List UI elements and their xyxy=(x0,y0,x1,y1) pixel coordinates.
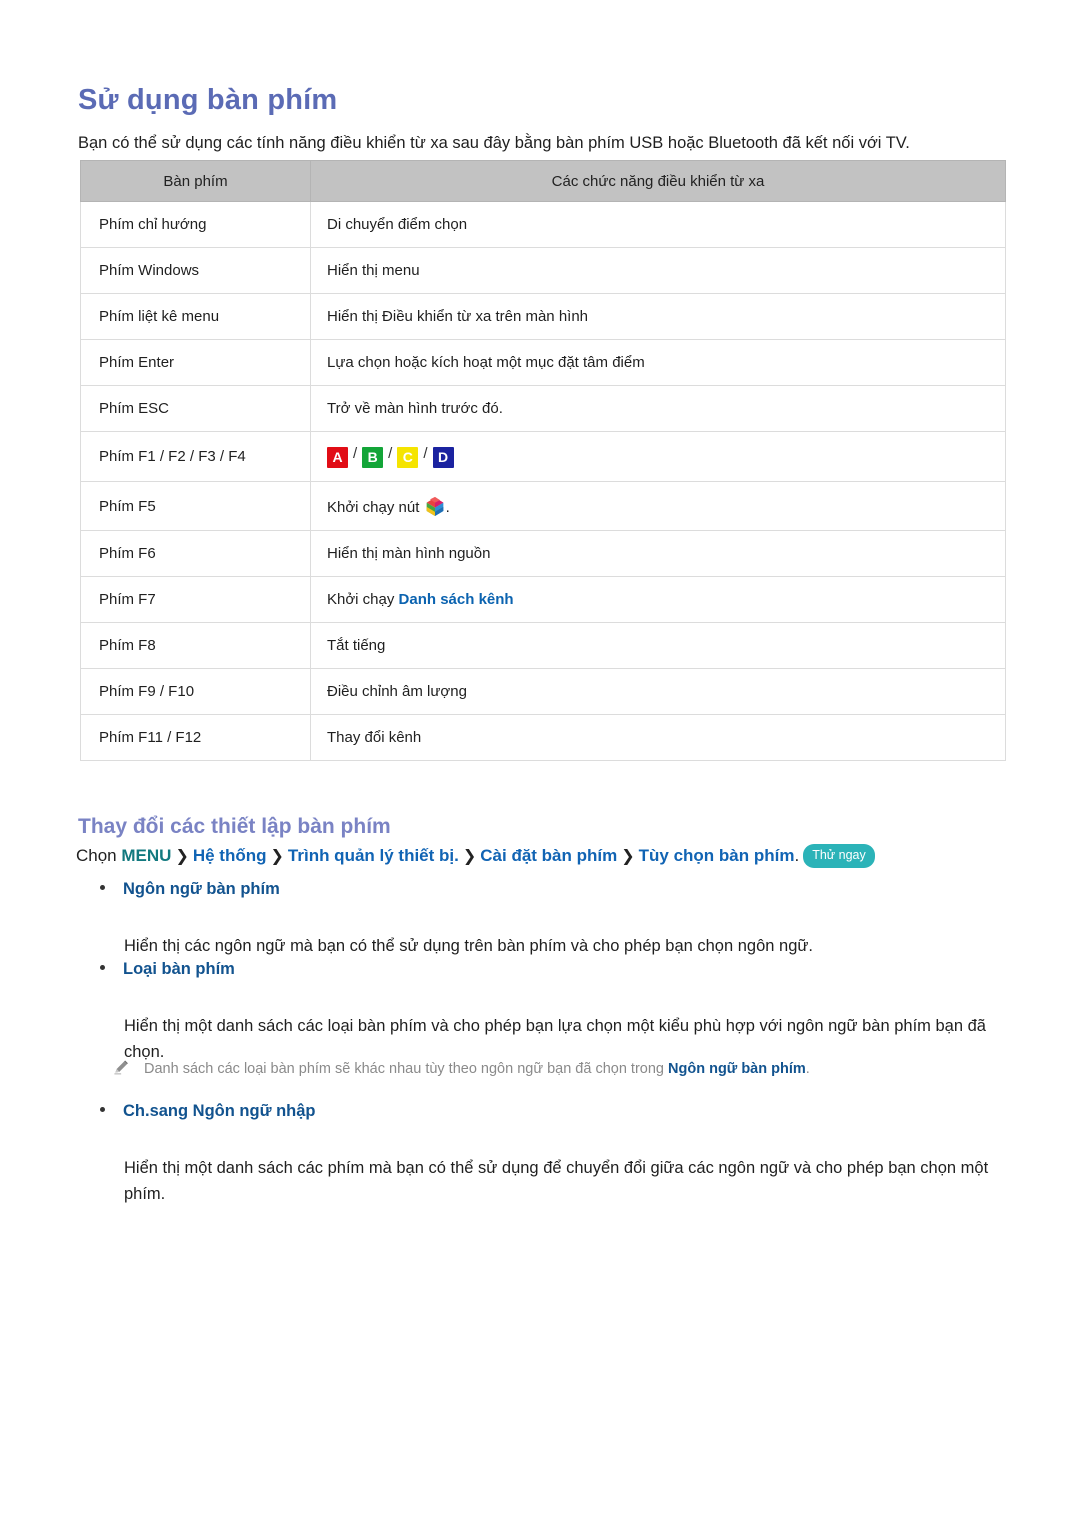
intro-paragraph: Bạn có thể sử dụng các tính năng điều kh… xyxy=(78,133,910,152)
color-key-separator: / xyxy=(423,445,428,462)
table-cell-function: Hiển thị Điều khiển từ xa trên màn hình xyxy=(310,293,1006,340)
table-body: Phím chỉ hướng Di chuyển điểm chọn Phím Wi… xyxy=(80,201,1006,761)
bullet-heading-label: Loại bàn phím xyxy=(123,960,235,978)
menu-path-item[interactable]: Cài đặt bàn phím xyxy=(480,846,617,865)
table-cell-function: Trở về màn hình trước đó. xyxy=(310,385,1006,432)
table-row: Phím Windows Hiển thị menu xyxy=(80,247,1006,294)
bullet-dot-icon xyxy=(100,1107,105,1112)
table-row: Phím F7 Khởi chạy Danh sách kênh xyxy=(80,576,1006,623)
table-row: Phím F8 Tắt tiếng xyxy=(80,622,1006,669)
table-cell-key: Phím Enter xyxy=(80,339,311,386)
color-key-a-icon: A xyxy=(327,447,348,468)
document-page: Sử dụng bàn phím Bạn có thể sử dụng các … xyxy=(0,0,1080,1527)
table-cell-key: Phím Windows xyxy=(80,247,311,294)
bullet-dot-icon xyxy=(100,885,105,890)
menu-path-chevron-icon: ❯ xyxy=(270,848,284,865)
menu-path-period: . xyxy=(794,846,800,865)
menu-path-items: ❯ Hệ thống ❯ Trình quản lý thiết bị. ❯ Cài đặ… xyxy=(171,846,794,865)
table-cell-key: Phím F7 xyxy=(80,576,311,623)
table-cell-text: Khởi chạy xyxy=(327,591,399,608)
bullet-heading-label: Ngôn ngữ bàn phím xyxy=(123,880,280,898)
bullet-heading-keyboard-type: Loại bàn phím xyxy=(100,960,235,979)
table-row: Phím F11 / F12 Thay đổi kênh xyxy=(80,714,1006,761)
page-title: Sử dụng bàn phím xyxy=(78,84,338,117)
menu-path-item[interactable]: Trình quản lý thiết bị. xyxy=(288,846,459,865)
menu-path: Chọn MENU ❯ Hệ thống ❯ Trình quản lý thiết b… xyxy=(76,843,1016,869)
color-key-c-icon: C xyxy=(397,447,419,468)
table-cell-function: A / B / C / D xyxy=(310,431,1006,482)
menu-path-menu-label[interactable]: MENU xyxy=(121,846,171,865)
table-cell-function: Khởi chạy nút . xyxy=(310,481,1006,531)
color-key-separator: / xyxy=(388,445,393,462)
bullet-heading-input-language-switch: Ch.sang Ngôn ngữ nhập xyxy=(100,1102,316,1121)
table-cell-key: Phím liệt kê menu xyxy=(80,293,311,340)
try-now-badge[interactable]: Thử ngay xyxy=(803,844,875,868)
menu-path-chevron-icon: ❯ xyxy=(462,848,477,865)
color-key-b-icon: B xyxy=(362,447,384,468)
bullet-heading-keyboard-language: Ngôn ngữ bàn phím xyxy=(100,880,280,899)
bullet-dot-icon xyxy=(100,965,105,970)
table-cell-function: Điều chỉnh âm lượng xyxy=(310,668,1006,715)
keyboard-functions-table: Bàn phím Các chức năng điều khiển từ xa … xyxy=(80,160,1006,761)
table-cell-key: Phím F6 xyxy=(80,530,311,577)
table-header-function: Các chức năng điều khiển từ xa xyxy=(310,160,1006,202)
section-title-keyboard-settings: Thay đổi các thiết lập bàn phím xyxy=(78,815,391,839)
table-cell-key: Phím F8 xyxy=(80,622,311,669)
table-row: Phím Enter Lựa chọn hoặc kích hoạt một mụ… xyxy=(80,339,1006,386)
bullet-body-keyboard-language: Hiển thị các ngôn ngữ mà bạn có thể sử d… xyxy=(124,936,814,955)
note-text-before: Danh sách các loại bàn phím sẽ khác nhau… xyxy=(144,1061,669,1077)
color-key-d-icon: D xyxy=(432,447,454,468)
table-cell-text-suffix: . xyxy=(445,499,450,516)
menu-path-chevron-icon: ❯ xyxy=(175,848,189,865)
table-cell-key: Phím F5 xyxy=(80,481,311,531)
table-row: Phím F6 Hiển thị màn hình nguồn xyxy=(80,530,1006,577)
pencil-icon xyxy=(112,1058,130,1076)
table-cell-function: Di chuyển điểm chọn xyxy=(310,201,1006,248)
bullet-heading-label: Ch.sang Ngôn ngữ nhập xyxy=(123,1102,316,1120)
table-row: Phím liệt kê menu Hiển thị Điều khiển từ … xyxy=(80,293,1006,340)
table-row: Phím F1 / F2 / F3 / F4 A / B / C / D xyxy=(80,431,1006,482)
menu-path-chevron-icon: ❯ xyxy=(621,848,635,865)
table-row: Phím chỉ hướng Di chuyển điểm chọn xyxy=(80,201,1006,248)
menu-path-item[interactable]: Hệ thống xyxy=(193,846,267,865)
table-header-row: Bàn phím Các chức năng điều khiển từ xa xyxy=(80,160,1006,202)
table-cell-function: Hiển thị màn hình nguồn xyxy=(310,530,1006,577)
note-text-after: . xyxy=(805,1061,810,1077)
smart-hub-cube-icon xyxy=(425,495,445,517)
table-cell-key: Phím F1 / F2 / F3 / F4 xyxy=(80,431,311,482)
table-row: Phím F5 Khởi chạy nút . xyxy=(80,481,1006,531)
menu-path-prefix: Chọn xyxy=(76,846,117,865)
note-row: Danh sách các loại bàn phím sẽ khác nhau… xyxy=(112,1058,1012,1081)
table-cell-key: Phím F9 / F10 xyxy=(80,668,311,715)
table-cell-link[interactable]: Danh sách kênh xyxy=(399,591,514,608)
table-header-key: Bàn phím xyxy=(80,160,311,202)
table-cell-function: Hiển thị menu xyxy=(310,247,1006,294)
table-cell-function: Lựa chọn hoặc kích hoạt một mục đặt tâm … xyxy=(310,339,1006,386)
table-cell-text: Khởi chạy nút xyxy=(327,499,424,516)
table-cell-key: Phím chỉ hướng xyxy=(80,201,311,248)
table-cell-key: Phím ESC xyxy=(80,385,311,432)
note-text-strong: Ngôn ngữ bàn phím xyxy=(668,1061,806,1077)
table-cell-key: Phím F11 / F12 xyxy=(80,714,311,761)
table-cell-function: Tắt tiếng xyxy=(310,622,1006,669)
bullet-body-input-language-switch: Hiển thị một danh sách các phím mà bạn c… xyxy=(124,1158,989,1204)
menu-path-item[interactable]: Tùy chọn bàn phím xyxy=(639,846,795,865)
color-key-separator: / xyxy=(353,445,358,462)
table-row: Phím F9 / F10 Điều chỉnh âm lượng xyxy=(80,668,1006,715)
table-row: Phím ESC Trở về màn hình trước đó. xyxy=(80,385,1006,432)
table-cell-function: Khởi chạy Danh sách kênh xyxy=(310,576,1006,623)
table-cell-function: Thay đổi kênh xyxy=(310,714,1006,761)
